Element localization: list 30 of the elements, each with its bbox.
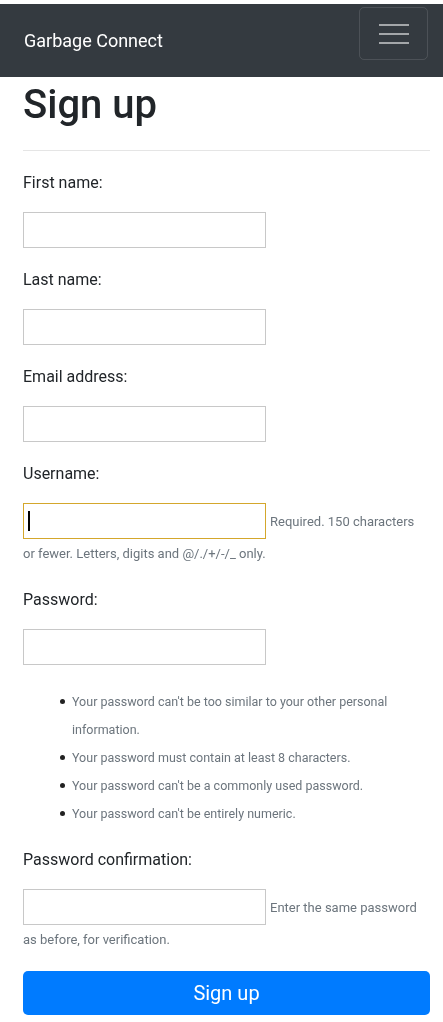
input-field[interactable] [23, 212, 266, 248]
field-label: Username: [23, 463, 100, 485]
menu-button[interactable] [359, 7, 428, 60]
sign-up-button[interactable]: Sign up [23, 971, 430, 1015]
input-field[interactable] [23, 309, 266, 345]
field-label: Password confirmation: [23, 849, 192, 871]
bullet-icon [60, 811, 65, 816]
bullet-icon [60, 755, 65, 760]
brand-name[interactable]: Garbage Connect [24, 27, 163, 54]
menu-icon [378, 21, 409, 46]
help-text: Required. 150 characters [270, 513, 415, 529]
help-text: or fewer. Letters, digits and @/./+/-/_ only. [23, 545, 266, 563]
password-rule: Your password can't be too similar to your other personal information. [72, 693, 389, 739]
input-field[interactable] [23, 503, 266, 539]
help-text: Enter the same password [270, 899, 417, 915]
password-rule: Your password can't be entirely numeric. [72, 805, 296, 823]
field-label: First name: [23, 172, 103, 194]
bullet-icon [60, 783, 65, 788]
input-field[interactable] [23, 629, 266, 665]
input-field[interactable] [23, 406, 266, 442]
text-cursor [28, 511, 30, 531]
page-title: Sign up [23, 81, 158, 129]
field-label: Last name: [23, 269, 102, 291]
field-label: Email address: [23, 366, 128, 388]
help-text: as before, for verification. [23, 931, 170, 949]
field-label: Password: [23, 589, 98, 611]
password-rule: Your password must contain at least 8 characters. [72, 749, 351, 767]
input-field[interactable] [23, 889, 266, 925]
password-rule: Your password can't be a commonly used password. [72, 777, 364, 795]
bullet-icon [60, 699, 65, 704]
